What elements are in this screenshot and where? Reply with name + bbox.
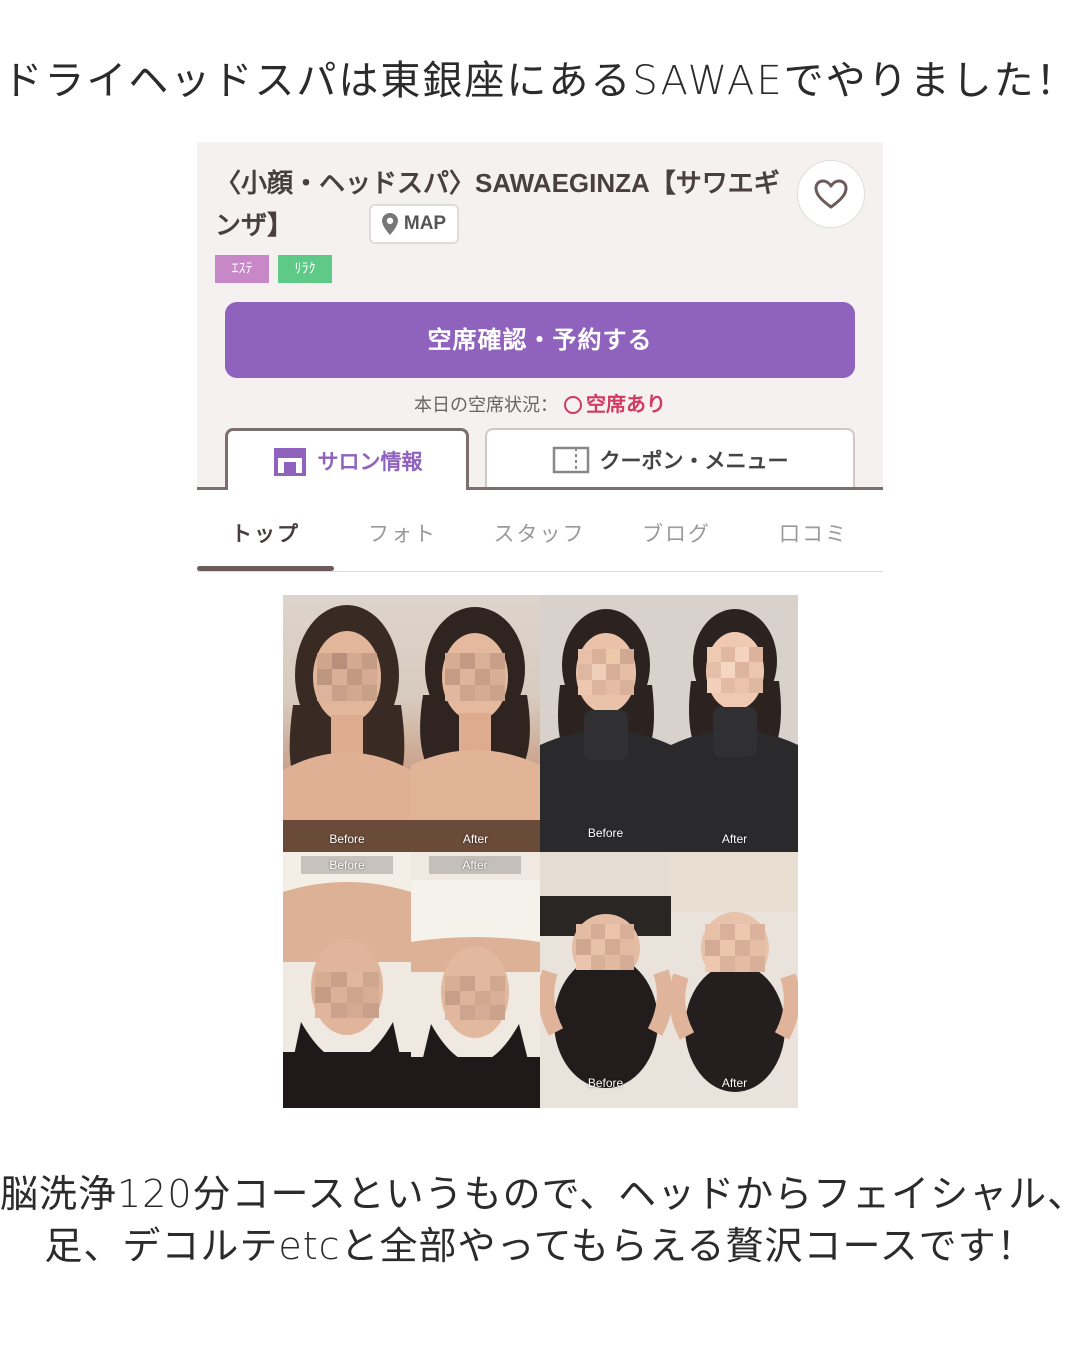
subnav-photo[interactable]: フォト: [334, 518, 471, 548]
privacy-mosaic: [576, 924, 634, 970]
photo-label: Before: [587, 826, 624, 840]
face-illustration: [540, 852, 671, 1088]
active-tab-gap: [228, 487, 466, 490]
tag-este: ｴｽﾃ: [215, 255, 269, 283]
store-icon: [273, 447, 306, 476]
privacy-mosaic: [578, 649, 634, 695]
sub-navigation: トップ フォト スタッフ ブログ 口コミ: [197, 504, 883, 572]
caption-top: ドライヘッドスパは東銀座にあるSAWAEでやりました！: [2, 58, 1078, 104]
heart-icon: [814, 179, 848, 209]
photo-lying-after-2: After: [671, 852, 798, 1108]
photo-label: After: [721, 1076, 748, 1090]
face-illustration: [283, 605, 411, 852]
tab-coupon-menu-label: クーポン・メニュー: [599, 449, 789, 473]
coupon-icon: [552, 446, 589, 474]
photo-lying-before-2: Before: [540, 852, 671, 1108]
tab-salon-info-label: サロン情報: [317, 449, 423, 474]
before-after-photo-grid[interactable]: Before After Before After Before After B…: [283, 595, 798, 1108]
caption-bottom-line2: 足、デコルテetcと全部やってもらえる贅沢コースです！: [44, 1224, 1036, 1268]
privacy-mosaic: [317, 653, 377, 701]
face-illustration: [671, 852, 798, 1092]
photo-label: Before: [301, 856, 393, 874]
photo-label: After: [429, 856, 521, 874]
face-illustration: [671, 609, 798, 852]
availability-row: 本日の空席状況： 空席あり: [197, 388, 883, 417]
caption-bottom-line1: 脳洗浄120分コースというもので、ヘッドからフェイシャル、: [0, 1172, 1080, 1216]
face-illustration: [411, 607, 540, 852]
reserve-button[interactable]: 空席確認・予約する: [225, 302, 855, 378]
tab-coupon-menu[interactable]: クーポン・メニュー: [485, 428, 855, 490]
map-button[interactable]: MAP: [369, 204, 459, 244]
photo-lying-before-1: Before: [283, 852, 411, 1108]
circle-available-icon: [564, 396, 582, 414]
tab-salon-info[interactable]: サロン情報: [225, 428, 469, 490]
map-label: MAP: [403, 213, 447, 234]
salon-title: 〈小顔・ヘッドスパ〉SAWAEGINZA【サワエギンザ】: [215, 168, 780, 240]
privacy-mosaic: [445, 653, 505, 701]
photo-label: After: [721, 832, 748, 846]
map-pin-icon: [381, 213, 398, 235]
privacy-mosaic: [707, 647, 763, 693]
favorite-button[interactable]: [797, 160, 865, 228]
photo-front-before-2: Before: [540, 595, 671, 852]
photo-front-after-2: After: [671, 595, 798, 852]
photo-label: Before: [329, 832, 365, 846]
photo-label: After: [462, 832, 489, 846]
subnav-blog[interactable]: ブログ: [608, 518, 745, 548]
availability-label: 本日の空席状況：: [414, 395, 558, 416]
face-illustration: [540, 609, 671, 852]
availability-status: 空席あり: [586, 392, 666, 416]
tag-relax: ﾘﾗｸ: [278, 255, 332, 283]
subnav-active-indicator: [197, 566, 334, 571]
privacy-mosaic: [315, 972, 379, 1018]
subnav-reviews[interactable]: 口コミ: [745, 518, 882, 548]
privacy-mosaic: [705, 924, 765, 972]
salon-card: 〈小顔・ヘッドスパ〉SAWAEGINZA【サワエギンザ】 MAP ｴｽﾃ ﾘﾗｸ…: [197, 142, 883, 490]
photo-front-before-1: Before: [283, 595, 411, 852]
photo-lying-after-1: After: [411, 852, 540, 1108]
subnav-top[interactable]: トップ: [197, 518, 334, 548]
privacy-mosaic: [445, 976, 505, 1020]
photo-front-after-1: After: [411, 595, 540, 852]
caption-bottom: 脳洗浄120分コースというもので、ヘッドからフェイシャル、 足、デコルテetcと…: [0, 1168, 1080, 1272]
photo-label: Before: [587, 1076, 624, 1090]
subnav-staff[interactable]: スタッフ: [471, 518, 608, 548]
